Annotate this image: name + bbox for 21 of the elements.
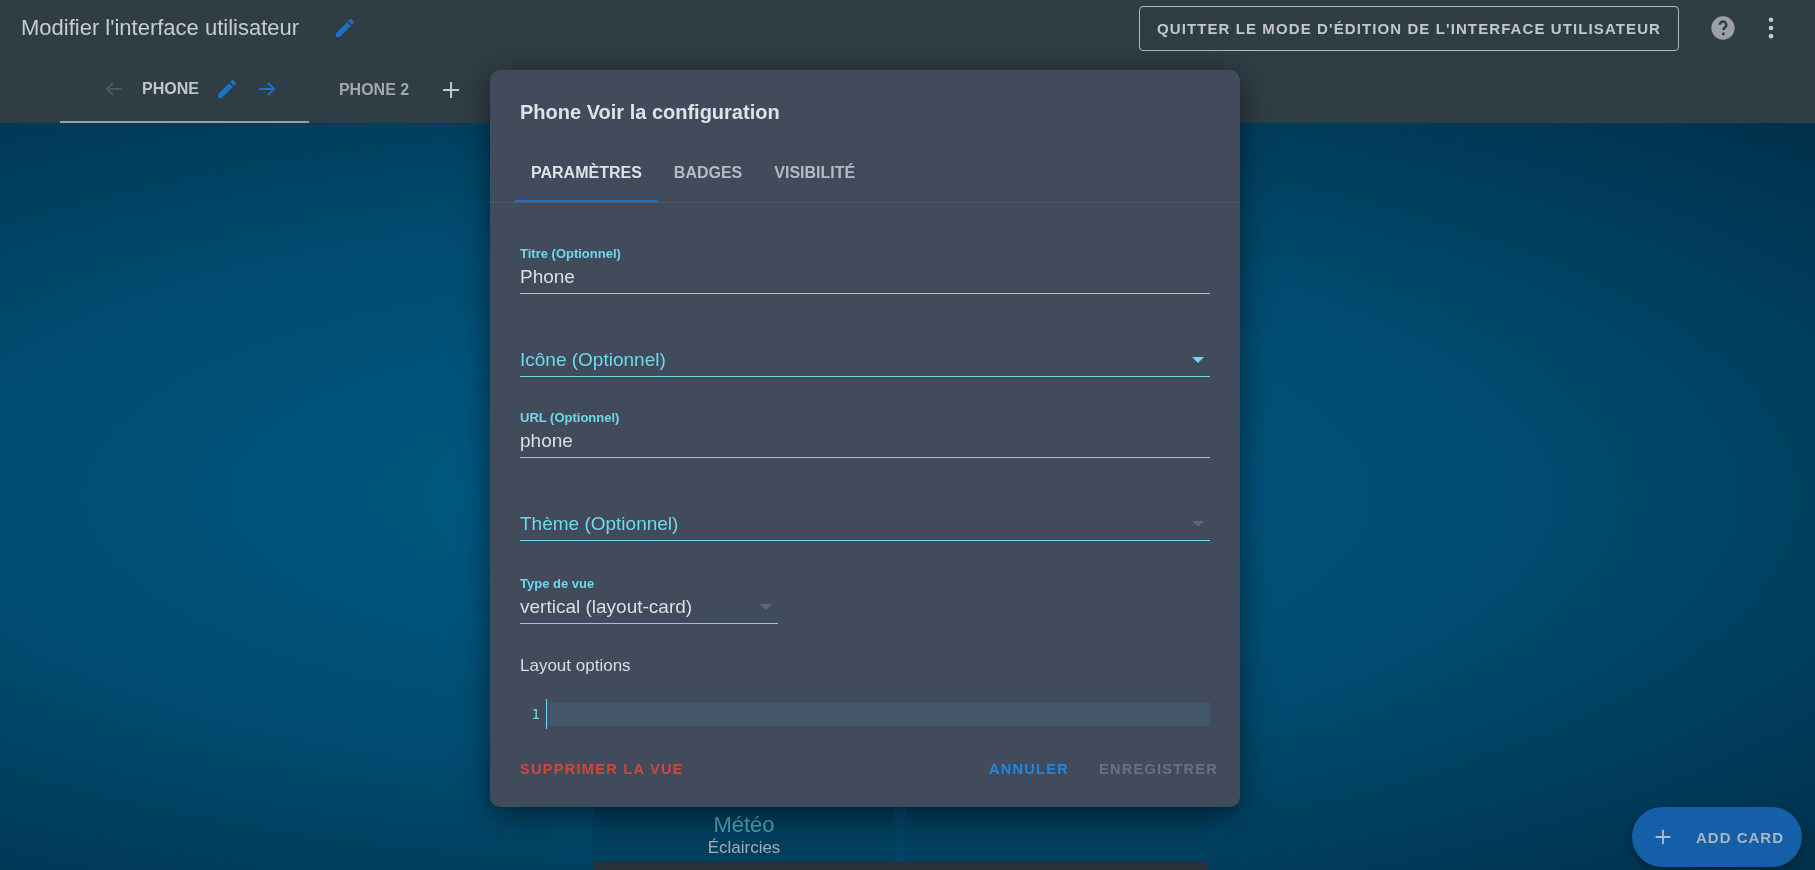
- dropdown-field[interactable]: Icône (Optionnel): [520, 318, 1210, 377]
- section-label: Layout options: [519, 655, 632, 676]
- help-icon[interactable]: [1709, 14, 1737, 42]
- line-number: 1: [530, 706, 541, 722]
- dropdown-field[interactable]: Thème (Optionnel): [520, 482, 1210, 541]
- caret-icon: [760, 604, 772, 610]
- caret-icon: [1192, 357, 1204, 363]
- card-subtitle: Éclaircies: [707, 838, 781, 858]
- add-card-button[interactable]: ADD CARD: [1632, 807, 1802, 867]
- page-title: Modifier l'interface utilisateur: [21, 15, 300, 41]
- input-field[interactable]: Titre (Optionnel) Phone: [520, 237, 1210, 294]
- card-title: Météo: [713, 812, 775, 838]
- dropdown-field[interactable]: Type de vue vertical (layout-card): [520, 567, 778, 624]
- exit-edit-mode-button[interactable]: QUITTER LE MODE D'ÉDITION DE L'INTERFACE UTILISATEUR: [1138, 5, 1679, 51]
- dialog-title: Phone Voir la configuration: [519, 100, 781, 124]
- caret-icon: [1192, 521, 1204, 527]
- tab[interactable]: PARAMÈTRES: [515, 146, 658, 202]
- input-field[interactable]: URL (Optionnel) phone: [520, 401, 1210, 458]
- tab[interactable]: VISIBILITÉ: [758, 146, 872, 202]
- tab[interactable]: BADGES: [657, 146, 759, 202]
- view-tab[interactable]: PHONE 2: [308, 56, 440, 123]
